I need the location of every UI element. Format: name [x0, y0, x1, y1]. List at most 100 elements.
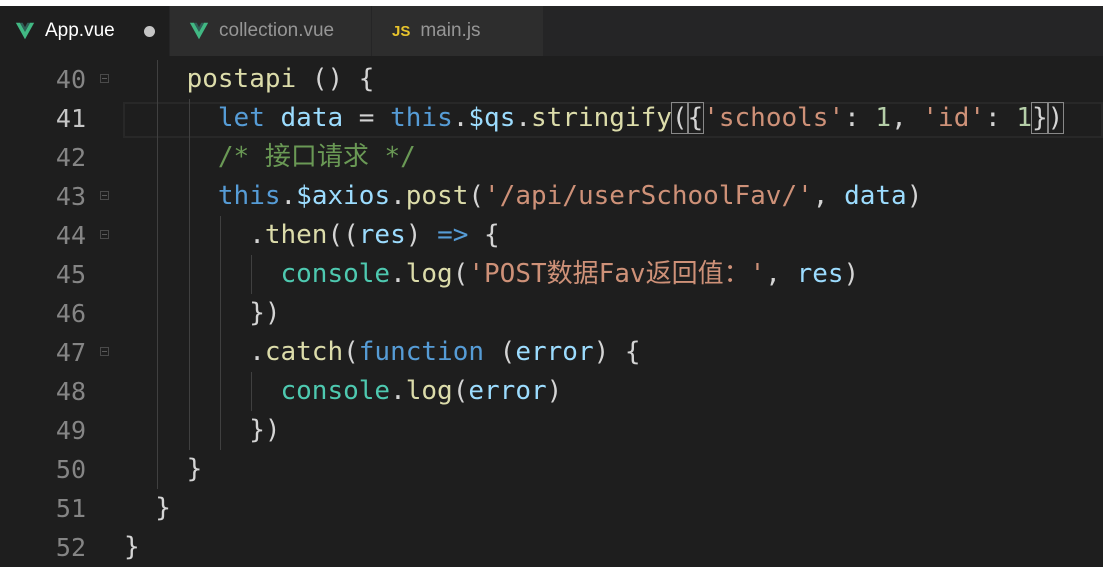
code-token: .: [515, 103, 532, 133]
code-token: let: [217, 103, 265, 133]
code-line[interactable]: 46}): [0, 294, 1103, 333]
code-line[interactable]: 52}: [0, 528, 1103, 567]
line-number: 40: [55, 65, 86, 94]
line-number: 49: [55, 416, 86, 445]
code-text: /* 接口请求 */: [218, 138, 416, 177]
code-token: }): [249, 415, 281, 445]
code-token: 1: [875, 103, 892, 133]
code-line[interactable]: 50}: [0, 450, 1103, 489]
code-token: .: [390, 376, 406, 406]
code-token: console: [280, 259, 391, 289]
indent-guide: [157, 60, 159, 489]
code-token: this: [390, 103, 453, 133]
code-token: $qs: [468, 103, 516, 133]
code-token: function: [358, 337, 485, 367]
code-text: postapi () {: [187, 60, 375, 99]
matched-bracket: }: [1031, 102, 1049, 134]
code-line[interactable]: 40 postapi () {: [0, 60, 1103, 99]
matched-bracket: ): [1046, 102, 1065, 134]
line-number: 43: [55, 182, 86, 211]
tab-collection-vue[interactable]: collection.vue: [170, 6, 372, 56]
code-token: .: [249, 220, 265, 250]
tab-label: main.js: [420, 20, 481, 41]
code-text: }: [187, 450, 203, 489]
unsaved-dot-icon[interactable]: [144, 26, 155, 37]
code-token: 'schools': [703, 103, 845, 133]
code-token: .: [452, 103, 469, 133]
code-token: this: [217, 181, 281, 211]
code-text: }): [249, 411, 280, 450]
code-line[interactable]: 44 .then((res) => {: [0, 216, 1103, 255]
code-token: /* 接口请求 */: [217, 142, 416, 172]
code-token: ): [405, 220, 438, 250]
code-token: ((: [327, 220, 359, 250]
line-number: 42: [55, 143, 86, 172]
code-line[interactable]: 51}: [0, 489, 1103, 528]
code-token: ) {: [593, 337, 641, 367]
code-token: {: [468, 220, 500, 250]
code-editor[interactable]: 40 postapi () {41 let data = this.$qs.stri…: [0, 56, 1103, 565]
matched-bracket: (: [670, 102, 689, 134]
code-token: ,: [891, 103, 923, 133]
code-text: console.log(error): [281, 372, 563, 411]
code-token: res: [358, 220, 406, 250]
code-token: :: [985, 103, 1017, 133]
code-token: =: [343, 103, 391, 133]
fold-icon[interactable]: [100, 191, 109, 200]
code-token: .: [249, 337, 265, 367]
code-token: 'POST数据Fav返回值：': [468, 259, 766, 289]
fold-icon[interactable]: [100, 347, 109, 356]
line-number: 44: [55, 221, 86, 250]
code-token: postapi: [186, 64, 297, 94]
vue-icon: [189, 22, 209, 40]
code-token: '/api/userSchoolFav/': [484, 181, 813, 211]
code-line[interactable]: 49}): [0, 411, 1103, 450]
code-token: error: [468, 376, 547, 406]
code-token: (: [343, 337, 359, 367]
code-line[interactable]: 47 .catch(function (error) {: [0, 333, 1103, 372]
tab-label: App.vue: [45, 20, 115, 41]
code-text: let data = this.$qs.stringify({'schools'…: [217, 99, 1065, 138]
line-number: 48: [55, 377, 86, 406]
code-token: }: [124, 532, 140, 562]
code-line[interactable]: 48 console.log(error): [0, 372, 1103, 411]
code-token: res: [796, 259, 844, 289]
fold-icon[interactable]: [100, 230, 109, 239]
code-text: .catch(function (error) {: [249, 333, 640, 372]
code-text: }): [249, 294, 280, 333]
indent-guide: [251, 372, 253, 411]
code-line[interactable]: 43 this.$axios.post('/api/userSchoolFav/'…: [0, 177, 1103, 216]
code-line[interactable]: 45 console.log('POST数据Fav返回值：', res): [0, 255, 1103, 294]
code-token: }: [155, 493, 171, 523]
code-token: log: [405, 259, 453, 289]
vue-icon: [15, 22, 35, 40]
line-number: 47: [55, 338, 86, 367]
code-token: :: [844, 103, 876, 133]
line-number: 46: [55, 299, 86, 328]
code-token: catch: [264, 337, 344, 367]
code-token: error: [515, 337, 594, 367]
indent-guide: [251, 255, 253, 294]
fold-icon[interactable]: [100, 74, 109, 83]
code-line[interactable]: 42 /* 接口请求 */: [0, 138, 1103, 177]
line-number: 52: [55, 533, 86, 562]
code-token: .: [390, 181, 406, 211]
tab-main-js[interactable]: JS main.js: [372, 6, 544, 56]
tab-app-vue[interactable]: App.vue: [0, 6, 170, 56]
code-text: }: [155, 489, 171, 528]
code-token: data: [844, 181, 907, 211]
code-token: log: [405, 376, 453, 406]
tab-bar: App.vue collection.vue JS main.js: [0, 6, 1103, 56]
code-line[interactable]: 41 let data = this.$qs.stringify({'school…: [0, 99, 1103, 138]
line-number: 50: [55, 455, 86, 484]
code-token: ): [546, 376, 563, 406]
code-token: }: [186, 454, 203, 484]
code-token: (: [484, 337, 516, 367]
matched-bracket: {: [686, 102, 705, 134]
code-text: .then((res) => {: [249, 216, 500, 255]
code-token: ): [843, 259, 860, 289]
code-token: data: [280, 103, 344, 133]
indent-guide: [219, 216, 221, 450]
code-token: 1: [1016, 103, 1032, 133]
